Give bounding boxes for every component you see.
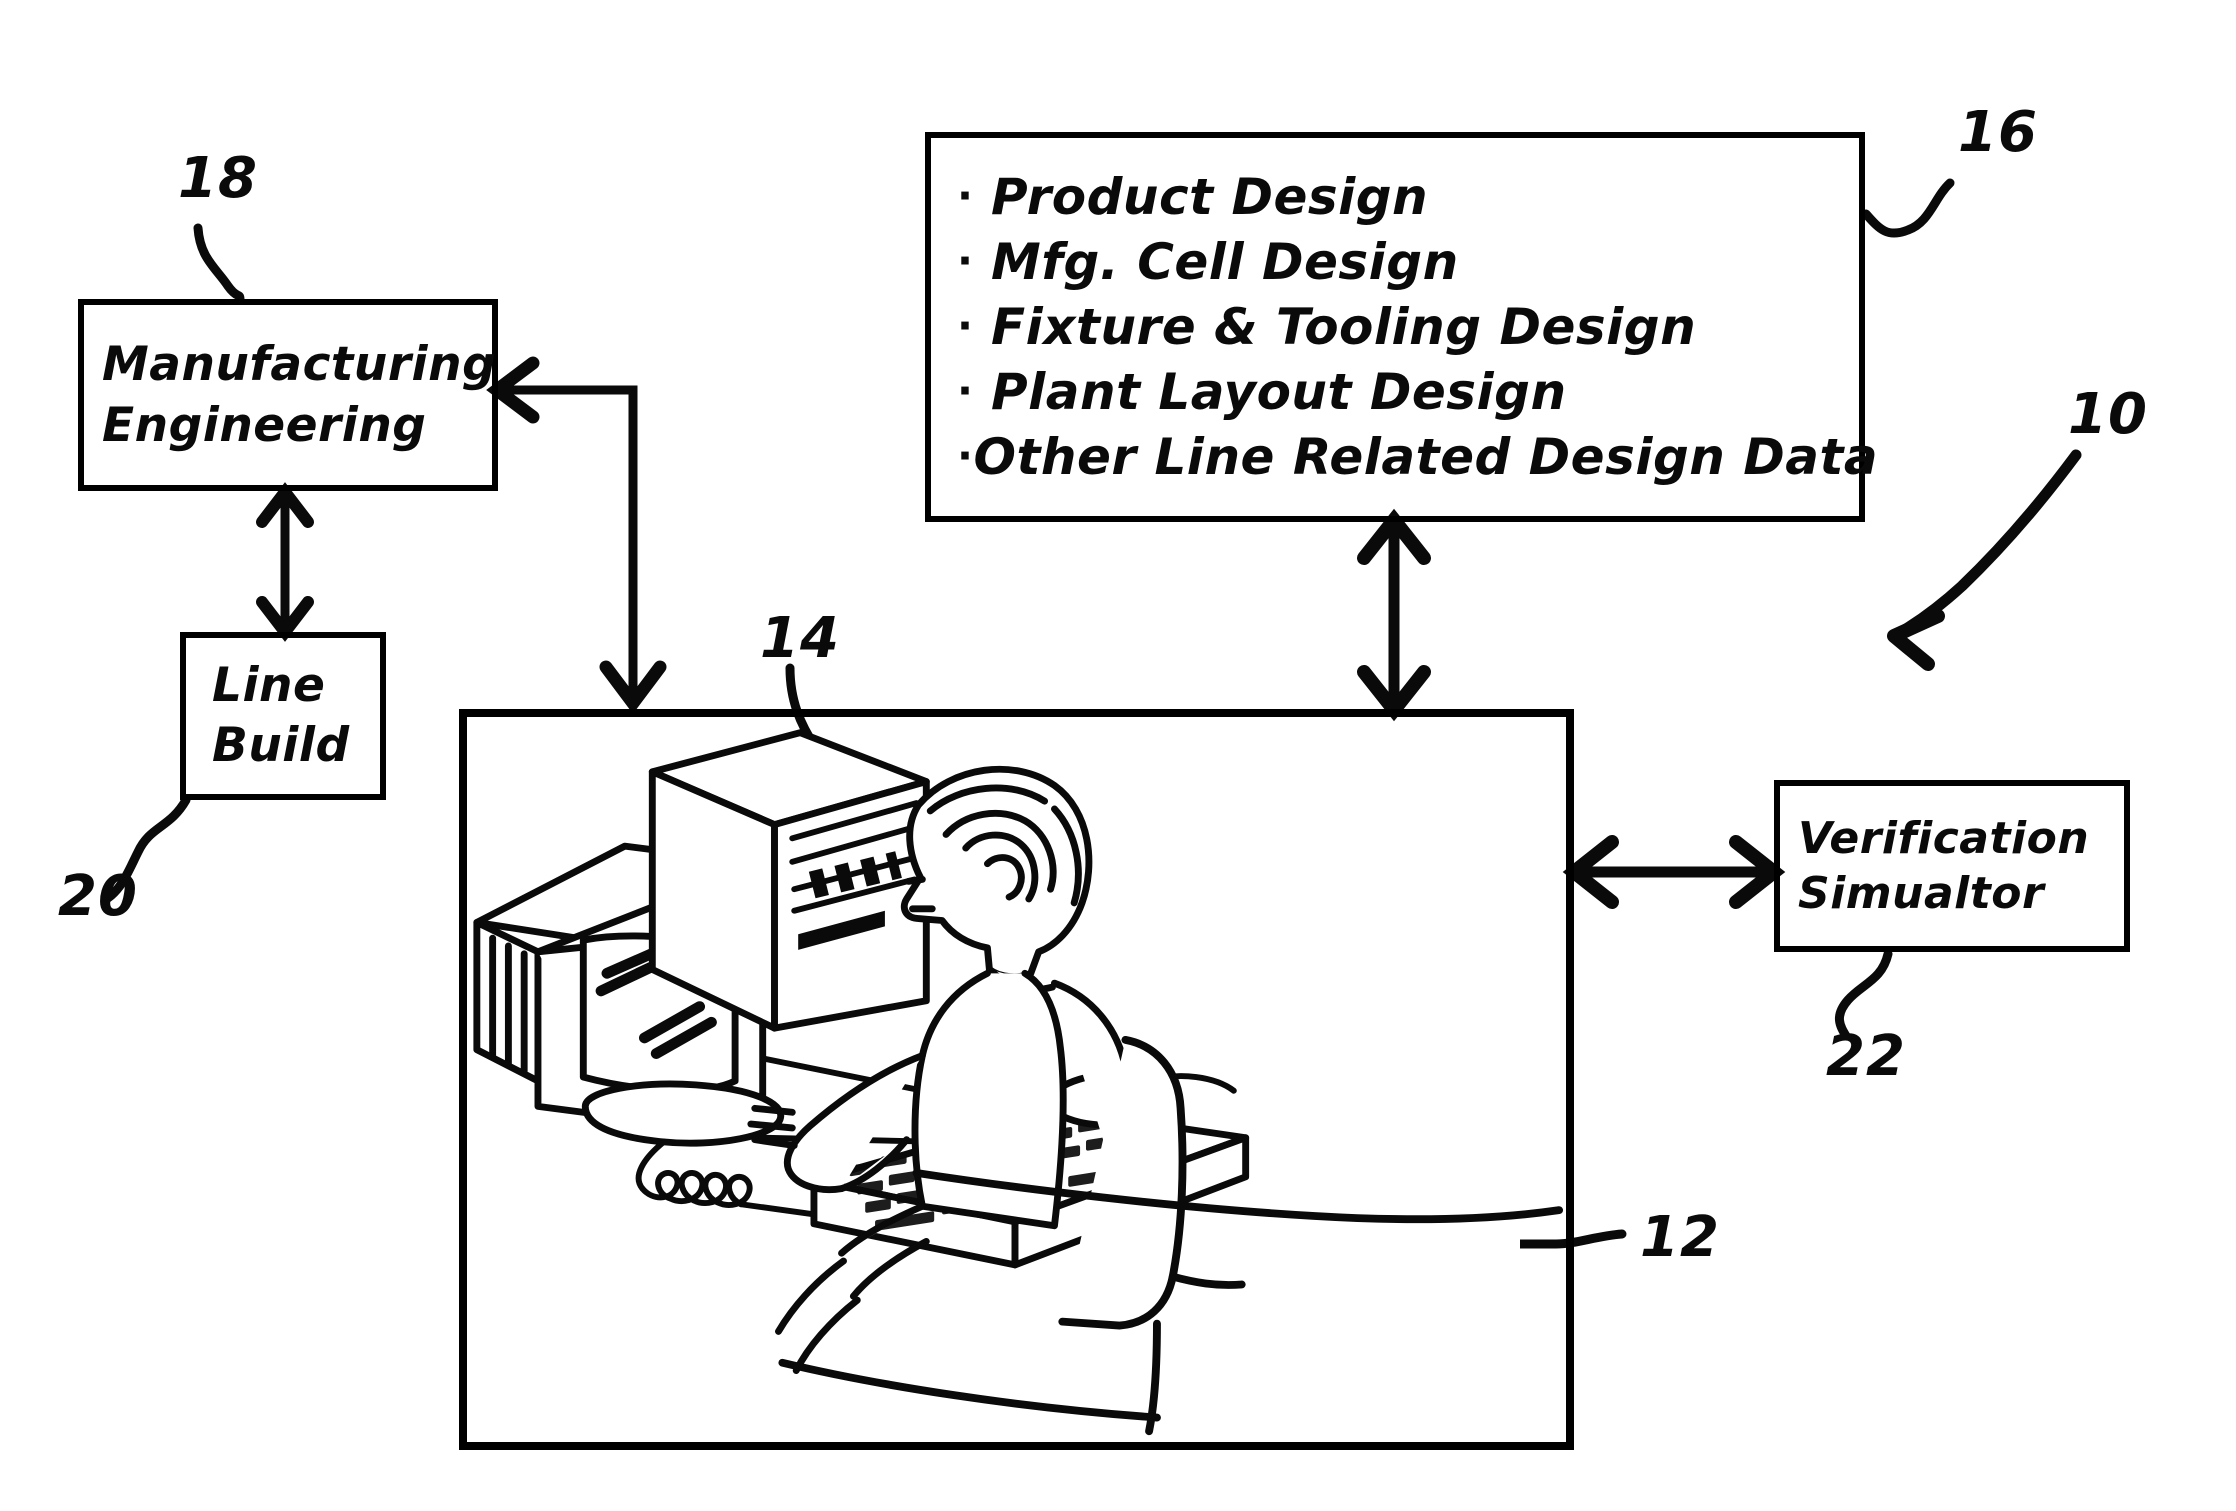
design-list-item-5-label: Other Line Related Design Data bbox=[973, 427, 1879, 486]
box-verification-simulator[interactable]: Verification Simualtor bbox=[1774, 780, 2130, 952]
bullet-icon: · bbox=[957, 365, 974, 415]
design-list-item-3: · Fixture & Tooling Design bbox=[957, 295, 1859, 360]
leader-line-18 bbox=[193, 223, 245, 305]
background-floor-line bbox=[778, 1358, 1161, 1422]
leader-line-16 bbox=[1861, 178, 1955, 238]
connector-panel-to-verification-simulator bbox=[1562, 835, 1786, 909]
box-line-build-line-2: Build bbox=[212, 718, 350, 773]
workstation-illustration bbox=[473, 729, 1564, 1436]
tower-computer-icon bbox=[648, 729, 930, 1032]
box-line-build-line-1: Line bbox=[212, 657, 326, 713]
design-list-item-4-label: Plant Layout Design bbox=[991, 362, 1567, 421]
reference-numeral-14: 14 bbox=[760, 606, 840, 671]
box-manufacturing-engineering-line-1: Manufacturing bbox=[102, 336, 497, 392]
design-list-item-5: · Other Line Related Design Data bbox=[957, 425, 1878, 490]
connector-panel-to-manufacturing-engineering bbox=[486, 356, 667, 714]
connector-manufacturing-engineering-to-line-build bbox=[256, 482, 314, 642]
monitor-base-icon bbox=[581, 1080, 785, 1147]
reference-numeral-12: 12 bbox=[1640, 1205, 1720, 1270]
bullet-icon: · bbox=[957, 170, 974, 220]
design-list-item-2: · Mfg. Cell Design bbox=[957, 230, 1859, 295]
box-line-build[interactable]: Line Build bbox=[180, 632, 386, 800]
bullet-icon: · bbox=[957, 430, 974, 480]
box-verification-simulator-line-2: Simualtor bbox=[1798, 868, 2045, 919]
bullet-icon: · bbox=[957, 300, 974, 350]
box-manufacturing-engineering[interactable]: Manufacturing Engineering bbox=[78, 299, 498, 491]
reference-numeral-10: 10 bbox=[2068, 382, 2148, 447]
box-manufacturing-engineering-line-2: Engineering bbox=[102, 398, 427, 453]
design-list-item-2-label: Mfg. Cell Design bbox=[991, 232, 1459, 291]
box-design-data-list[interactable]: · Product Design · Mfg. Cell Design · Fi… bbox=[925, 132, 1878, 522]
panel-workstation[interactable] bbox=[459, 709, 1574, 1450]
bullet-icon: · bbox=[957, 235, 974, 285]
reference-numeral-16: 16 bbox=[1958, 100, 2038, 165]
reference-numeral-22: 22 bbox=[1826, 1024, 1906, 1089]
leader-line-10 bbox=[1887, 449, 2082, 671]
reference-numeral-18: 18 bbox=[178, 146, 258, 211]
connector-design-list-to-panel bbox=[1357, 508, 1431, 722]
reference-numeral-20: 20 bbox=[58, 864, 138, 929]
design-list-item-1-label: Product Design bbox=[991, 167, 1429, 226]
design-list-item-1: · Product Design bbox=[957, 165, 1859, 230]
design-list-item-3-label: Fixture & Tooling Design bbox=[991, 297, 1697, 356]
box-verification-simulator-line-1: Verification bbox=[1798, 812, 2090, 864]
patent-figure: Manufacturing Engineering Line Build · P… bbox=[0, 0, 2236, 1511]
design-list-item-4: · Plant Layout Design bbox=[957, 360, 1859, 425]
